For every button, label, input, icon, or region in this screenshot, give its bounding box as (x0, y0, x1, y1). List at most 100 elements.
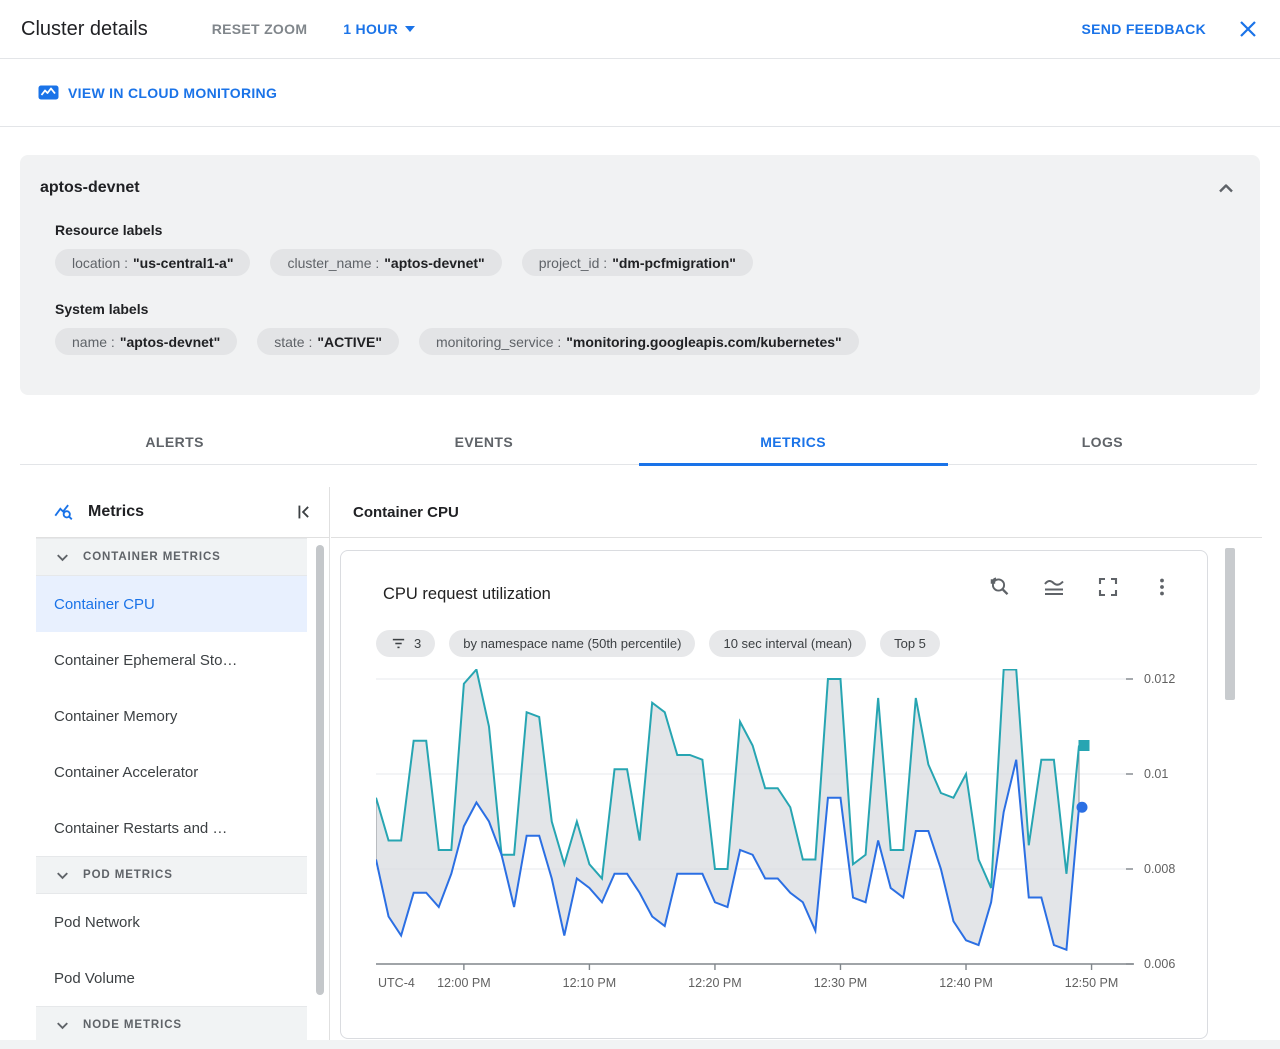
metric-panel-title: Container CPU (353, 504, 459, 521)
collapse-panel-icon[interactable] (293, 501, 315, 523)
label-chip-value: "aptos-devnet" (384, 255, 484, 271)
label-chip: monitoring_service : "monitoring.googleap… (419, 328, 859, 355)
sidebar-item-pod-network[interactable]: Pod Network (36, 894, 307, 950)
time-range-dropdown[interactable]: 1 HOUR (343, 21, 415, 37)
tab-events[interactable]: EVENTS (329, 420, 638, 466)
chart-toolbar (988, 575, 1174, 599)
filter-icon (390, 635, 407, 652)
label-chip: cluster_name : "aptos-devnet" (270, 249, 501, 276)
chart-chip-label: 10 sec interval (mean) (723, 636, 852, 651)
sidebar-section-pod-metrics[interactable]: POD METRICS (36, 856, 307, 894)
y-axis-label: 0.006 (1144, 957, 1175, 971)
chart-plot[interactable]: 0.0120.010.0080.006UTC-412:00 PM12:10 PM… (376, 669, 1166, 999)
sidebar-scrollbar[interactable] (316, 545, 324, 995)
series-end-marker (1079, 740, 1090, 751)
chevron-down-icon (53, 1016, 72, 1035)
chart-chip-label: by namespace name (50th percentile) (463, 636, 681, 651)
zoom-reset-icon[interactable] (988, 575, 1012, 599)
series-end-marker (1077, 802, 1088, 813)
resource-labels-row: location : "us-central1-a" cluster_name : "… (55, 249, 1240, 276)
label-chip-value: "us-central1-a" (133, 255, 233, 271)
chart-svg (376, 669, 1166, 975)
area-chart-icon[interactable] (1042, 575, 1066, 599)
sidebar-list: CONTAINER METRICSContainer CPUContainer … (36, 538, 307, 1044)
send-feedback-button[interactable]: SEND FEEDBACK (1082, 21, 1206, 37)
top-bar: Cluster details RESET ZOOM 1 HOUR SEND F… (0, 0, 1280, 59)
sidebar-item-container-cpu[interactable]: Container CPU (36, 576, 307, 632)
sidebar-item-pod-volume[interactable]: Pod Volume (36, 950, 307, 1006)
vertical-scrollbar[interactable] (1225, 548, 1235, 700)
x-axis-zone-label: UTC-4 (378, 976, 415, 990)
label-chip-key: project_id : (539, 255, 607, 271)
label-chip-key: state : (274, 334, 312, 350)
tabs: ALERTSEVENTSMETRICSLOGS (20, 420, 1257, 465)
chart-filter-chips: 3 by namespace name (50th percentile) 10 s… (376, 630, 940, 657)
cluster-details-page: Cluster details RESET ZOOM 1 HOUR SEND F… (0, 0, 1280, 1049)
label-chip-value: "aptos-devnet" (120, 334, 220, 350)
fullscreen-icon[interactable] (1096, 575, 1120, 599)
sidebar-item-container-accelerator[interactable]: Container Accelerator (36, 744, 307, 800)
label-chip-key: location : (72, 255, 128, 271)
label-chip: project_id : "dm-pcfmigration" (522, 249, 753, 276)
resource-labels-title: Resource labels (55, 222, 1240, 238)
y-axis-label: 0.008 (1144, 862, 1175, 876)
label-chip-value: "ACTIVE" (317, 334, 382, 350)
metric-panel-header: Container CPU (331, 487, 1262, 538)
metrics-sidebar: Metrics CONTAINER METRICSContainer CPUCo… (36, 487, 330, 1040)
label-chip-key: name : (72, 334, 115, 350)
label-chip: name : "aptos-devnet" (55, 328, 237, 355)
sidebar-section-label: CONTAINER METRICS (83, 551, 221, 563)
metrics-icon (53, 501, 75, 523)
system-labels-row: name : "aptos-devnet" state : "ACTIVE" monit… (55, 328, 1240, 355)
label-chip-key: monitoring_service : (436, 334, 561, 350)
sidebar-section-label: POD METRICS (83, 869, 173, 881)
chart-chip[interactable]: by namespace name (50th percentile) (449, 630, 695, 657)
reset-zoom-button[interactable]: RESET ZOOM (212, 21, 308, 37)
x-axis-label: 12:50 PM (1052, 976, 1132, 990)
sidebar-item-container-ephemeral-sto[interactable]: Container Ephemeral Sto… (36, 632, 307, 688)
chart-chip-label: Top 5 (894, 636, 926, 651)
monitoring-chart-icon (38, 85, 59, 102)
collapse-card-chevron-up-icon[interactable] (1214, 177, 1238, 201)
chevron-down-icon (405, 26, 415, 32)
chevron-down-icon (53, 866, 72, 885)
chart-chip[interactable]: 10 sec interval (mean) (709, 630, 866, 657)
page-title: Cluster details (21, 18, 148, 41)
close-icon[interactable] (1236, 17, 1260, 41)
y-axis-label: 0.012 (1144, 672, 1175, 686)
more-options-icon[interactable] (1150, 575, 1174, 599)
sidebar-title: Metrics (88, 503, 144, 521)
tab-logs[interactable]: LOGS (948, 420, 1257, 466)
cluster-info-card: aptos-devnet Resource labels location : "… (20, 155, 1260, 395)
view-in-cloud-monitoring-link[interactable]: VIEW IN CLOUD MONITORING (38, 85, 277, 102)
chart-chip[interactable]: Top 5 (880, 630, 940, 657)
sidebar-section-label: NODE METRICS (83, 1019, 182, 1031)
system-labels-title: System labels (55, 301, 1240, 317)
sidebar-section-container-metrics[interactable]: CONTAINER METRICS (36, 538, 307, 576)
sidebar-section-node-metrics[interactable]: NODE METRICS (36, 1006, 307, 1044)
label-chip-value: "monitoring.googleapis.com/kubernetes" (566, 334, 841, 350)
secondary-toolbar: VIEW IN CLOUD MONITORING (0, 60, 1280, 127)
label-chip: location : "us-central1-a" (55, 249, 250, 276)
chart-chip-label: 3 (414, 636, 421, 651)
tab-alerts[interactable]: ALERTS (20, 420, 329, 466)
label-chip-key: cluster_name : (287, 255, 379, 271)
label-chip: state : "ACTIVE" (257, 328, 399, 355)
y-axis-label: 0.01 (1144, 767, 1168, 781)
chart-title: CPU request utilization (383, 585, 551, 604)
x-axis-label: 12:20 PM (675, 976, 755, 990)
x-axis-label: 12:40 PM (926, 976, 1006, 990)
chart-card: CPU request utilization 3 by namespace na… (340, 550, 1208, 1039)
x-axis-label: 12:10 PM (549, 976, 629, 990)
page-bottom-strip (0, 1040, 1280, 1049)
time-range-label: 1 HOUR (343, 21, 398, 37)
chart-chip[interactable]: 3 (376, 630, 435, 657)
chevron-down-icon (53, 548, 72, 567)
label-chip-value: "dm-pcfmigration" (612, 255, 736, 271)
x-axis-label: 12:30 PM (800, 976, 880, 990)
sidebar-item-container-restarts-and[interactable]: Container Restarts and … (36, 800, 307, 856)
metrics-sidebar-header: Metrics (36, 487, 329, 538)
tab-metrics[interactable]: METRICS (639, 420, 948, 466)
cluster-name: aptos-devnet (40, 179, 1240, 197)
sidebar-item-container-memory[interactable]: Container Memory (36, 688, 307, 744)
